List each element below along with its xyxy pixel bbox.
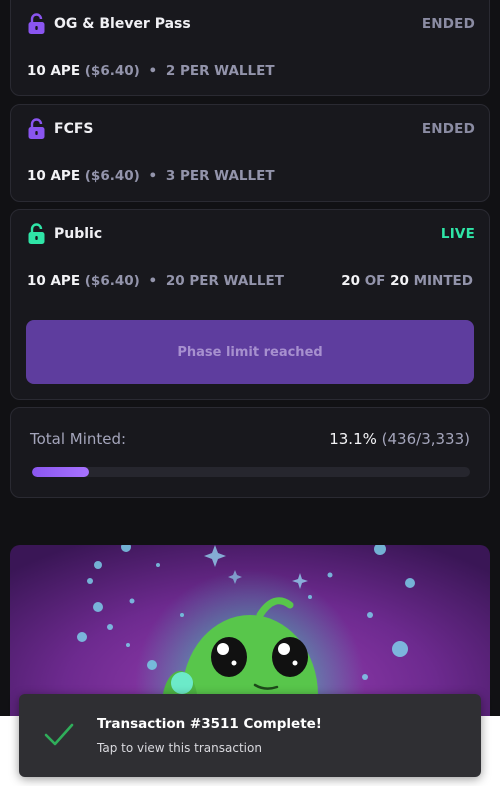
phase-name-label: FCFS (54, 121, 94, 137)
status-badge: ENDED (421, 16, 475, 32)
price-usd: ($6.40) (84, 168, 140, 184)
separator-dot: • (148, 273, 158, 289)
price-usd: ($6.40) (84, 273, 140, 289)
price-usd: ($6.40) (84, 63, 140, 79)
wallet-limit: 3 PER WALLET (165, 168, 275, 184)
phase-header: Public LIVE (27, 223, 475, 245)
phase-header: FCFS ENDED (27, 118, 475, 140)
total-minted-card: Total Minted: 13.1% (436/3,333) (10, 407, 490, 498)
phase-header: OG & Blever Pass ENDED (27, 13, 475, 35)
minted-count: 20 OF 20 MINTED (341, 273, 473, 289)
transaction-toast[interactable]: Transaction #3511 Complete! Tap to view … (19, 694, 481, 777)
total-row: Total Minted: 13.1% (436/3,333) (30, 430, 470, 448)
minted-label: MINTED (413, 273, 473, 289)
price-row: 10 APE ($6.40) • 3 PER WALLET (27, 168, 473, 184)
wallet-limit: 20 PER WALLET (165, 273, 284, 289)
total-value: 13.1% (436/3,333) (329, 430, 470, 448)
toast-title: Transaction #3511 Complete! (97, 716, 322, 732)
phase-title: FCFS (27, 118, 93, 140)
separator-dot: • (148, 168, 158, 184)
phase-limit-button[interactable]: Phase limit reached (26, 320, 474, 384)
wallet-limit: 2 PER WALLET (165, 63, 275, 79)
phase-card-og: OG & Blever Pass ENDED 10 APE ($6.40) • … (10, 0, 490, 96)
price-ape: 10 APE (27, 273, 81, 289)
price-ape: 10 APE (27, 168, 81, 184)
progress-bar (32, 467, 470, 477)
phase-title: OG & Blever Pass (27, 13, 191, 35)
unlock-icon (28, 223, 45, 244)
phase-name-label: OG & Blever Pass (54, 16, 191, 32)
phase-name-label: Public (54, 226, 103, 242)
minted-of: OF (364, 273, 386, 289)
phase-card-public: Public LIVE 10 APE ($6.40) • 20 PER WALL… (10, 209, 490, 400)
minted-value: 20 (341, 273, 360, 289)
progress-fill (32, 467, 90, 477)
total-percent: 13.1% (329, 430, 377, 448)
lock-icon (28, 118, 45, 139)
status-badge: ENDED (421, 121, 475, 137)
phase-card-fcfs: FCFS ENDED 10 APE ($6.40) • 3 PER WALLET (10, 104, 490, 202)
status-badge: LIVE (440, 226, 475, 242)
minted-total: 20 (390, 273, 409, 289)
total-label: Total Minted: (30, 430, 127, 448)
toast-subtitle: Tap to view this transaction (97, 741, 262, 755)
price-ape: 10 APE (27, 63, 81, 79)
price-row: 10 APE ($6.40) • 2 PER WALLET (27, 63, 473, 79)
price-row: 10 APE ($6.40) • 20 PER WALLET 20 OF 20 … (27, 273, 473, 289)
phase-title: Public (27, 223, 102, 245)
separator-dot: • (148, 63, 158, 79)
total-count: (436/3,333) (381, 430, 470, 448)
lock-icon (28, 13, 45, 34)
check-icon (44, 723, 74, 746)
